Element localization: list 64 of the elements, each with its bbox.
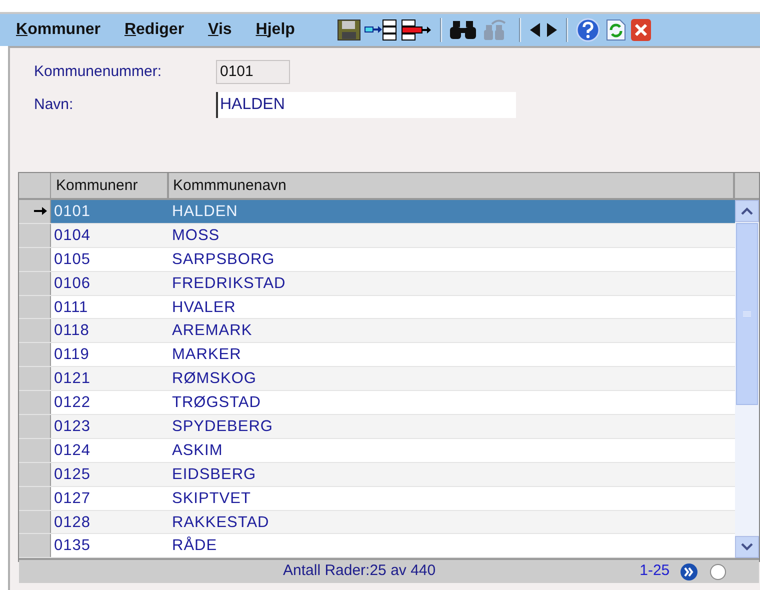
- table-cell-text: EIDSBERG: [171, 464, 258, 485]
- column-header[interactable]: Kommunenr: [51, 173, 169, 198]
- scroll-down-icon[interactable]: [735, 536, 759, 558]
- table-cell-text: MOSS: [171, 226, 221, 246]
- table-cell-text: TRØGSTAD: [171, 393, 262, 414]
- arrow-list-icon[interactable]: [400, 19, 433, 41]
- table-row[interactable]: 0118 AREMARK: [51, 319, 735, 342]
- menu-item[interactable]: Rediger: [124, 18, 184, 42]
- table-cell-text: 0106: [53, 274, 92, 294]
- column-header[interactable]: Kommmunenavn: [169, 173, 735, 198]
- table-row[interactable]: 0128 RAKKESTAD: [51, 510, 735, 534]
- table-row[interactable]: 0106 FREDRIKSTAD: [51, 272, 735, 295]
- table-cell-text: FREDRIKSTAD: [171, 274, 287, 294]
- table-row[interactable]: 0121 RØMSKOG: [51, 367, 735, 390]
- field-label: Kommunenummer:: [34, 62, 163, 82]
- scrollbar[interactable]: [735, 200, 759, 558]
- table-cell-text: HVALER: [171, 298, 237, 318]
- row-header[interactable]: [19, 200, 51, 223]
- page-range: 1-25: [640, 561, 670, 582]
- table-cell-text: 0123: [53, 417, 92, 438]
- menu-item[interactable]: Kommuner: [16, 18, 100, 42]
- table-cell-text: 0125: [53, 464, 92, 485]
- field-label: Navn:: [34, 94, 74, 115]
- arrow-list-icon[interactable]: [364, 19, 398, 41]
- next-page-icon[interactable]: [680, 562, 698, 581]
- table-cell-text: RAKKESTAD: [171, 512, 270, 533]
- table-cell-text: RØMSKOG: [171, 369, 258, 390]
- binoculars-icon[interactable]: [448, 19, 479, 41]
- table-cell-text: 0122: [53, 393, 92, 414]
- menu-item[interactable]: Vis: [208, 18, 232, 42]
- table-row[interactable]: 0104 MOSS: [51, 224, 735, 247]
- table-cell-text: ASKIM: [171, 440, 224, 461]
- name-field[interactable]: HALDEN: [216, 92, 516, 118]
- number-field[interactable]: 0101: [216, 60, 290, 84]
- save-icon[interactable]: [336, 19, 361, 41]
- table-cell-text: SKIPTVET: [171, 488, 252, 509]
- table-cell-text: 0128: [53, 512, 92, 533]
- table-row[interactable]: 0125 EIDSBERG: [51, 462, 735, 486]
- table-cell-text: 0121: [53, 369, 92, 390]
- close-icon[interactable]: [630, 18, 651, 42]
- table-cell-text: 0135: [53, 536, 92, 556]
- table-cell-text: 0127: [53, 488, 92, 509]
- table-cell-text: MARKER: [171, 345, 242, 366]
- table-row[interactable]: 0123 SPYDEBERG: [51, 415, 735, 438]
- menu-item[interactable]: Hjelp: [256, 18, 295, 42]
- table-cell-text: SARPSBORG: [171, 250, 276, 270]
- table-cell-text: SPYDEBERG: [171, 417, 274, 438]
- refresh-icon[interactable]: [604, 18, 628, 42]
- scroll-up-icon[interactable]: [735, 200, 759, 222]
- help-icon[interactable]: [574, 18, 601, 42]
- table-cell-text: 0124: [53, 440, 92, 461]
- table-cell-text: RÅDE: [171, 536, 218, 556]
- table-cell-text: 0118: [53, 321, 90, 342]
- table-cell-text: 0119: [53, 345, 90, 366]
- table-row[interactable]: 0101 HALDEN: [51, 200, 735, 223]
- table-cell-text: 0101: [53, 202, 92, 222]
- radio-button[interactable]: [710, 564, 726, 580]
- table-cell-text: HALDEN: [171, 202, 239, 222]
- table-cell-text: 0104: [53, 226, 92, 246]
- table-cell-text: 0105: [53, 250, 92, 270]
- table-cell-text: AREMARK: [171, 321, 254, 342]
- row-count: Antall Rader:25 av 440: [283, 561, 436, 582]
- scroll-thumb[interactable]: [736, 223, 758, 405]
- table-cell-text: 0111: [53, 298, 90, 318]
